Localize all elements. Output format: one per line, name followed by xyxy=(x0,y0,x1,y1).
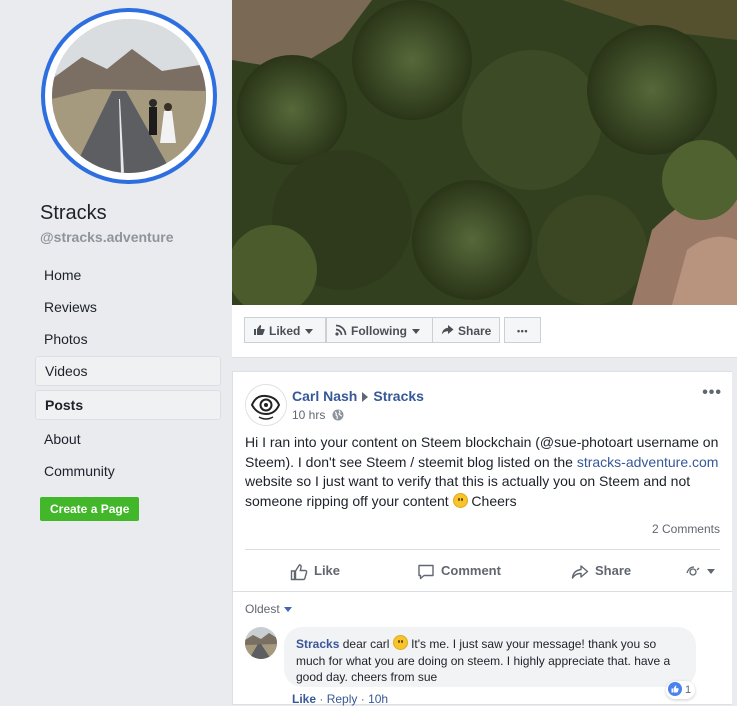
comment-text: dear carl xyxy=(342,637,393,651)
page-action-bar: Liked Following Share ••• xyxy=(232,305,737,358)
share-arrow-icon xyxy=(441,319,454,345)
comment-bubble: Stracks dear carl It's me. I just saw yo… xyxy=(284,627,696,687)
liked-label: Liked xyxy=(269,324,301,338)
post-header: Carl Nash Stracks xyxy=(292,388,424,404)
thumbs-up-icon xyxy=(253,319,265,345)
page-username: @stracks.adventure xyxy=(40,229,174,245)
separator: · xyxy=(360,692,365,706)
sidebar-item-label: About xyxy=(44,431,81,447)
sidebar-nav: Home Reviews Photos Videos Posts About C… xyxy=(35,260,221,488)
page-name[interactable]: Stracks xyxy=(40,202,107,225)
post-time-text: 10 hrs xyxy=(292,408,326,422)
sidebar-item-photos[interactable]: Photos xyxy=(35,324,221,354)
reaction-count-text: 1 xyxy=(685,684,692,696)
caret-right-icon xyxy=(362,392,369,403)
sidebar-item-label: Community xyxy=(44,463,115,479)
sidebar-item-label: Photos xyxy=(44,331,88,347)
chevron-down-icon xyxy=(707,569,715,575)
following-button[interactable]: Following xyxy=(326,317,433,343)
sidebar-item-home[interactable]: Home xyxy=(35,260,221,290)
sidebar-item-reviews[interactable]: Reviews xyxy=(35,292,221,322)
share-page-button[interactable]: Share xyxy=(432,317,500,343)
like-label: Like xyxy=(314,563,341,578)
comment-reaction-count[interactable]: 1 xyxy=(666,681,696,699)
comment-as-icon xyxy=(686,565,700,576)
comment-label: Comment xyxy=(441,563,501,578)
comment-sort-dropdown[interactable]: Oldest xyxy=(245,602,292,616)
post-author-link[interactable]: Carl Nash xyxy=(292,388,357,404)
thumbs-up-outline-icon xyxy=(290,563,308,580)
rss-icon xyxy=(335,319,347,345)
comment-like-link[interactable]: Like xyxy=(292,692,316,706)
comment-reply-link[interactable]: Reply xyxy=(327,692,358,706)
comment-button[interactable]: Comment xyxy=(417,558,501,584)
globe-icon xyxy=(332,409,344,424)
more-options-button[interactable]: ••• xyxy=(504,317,541,343)
sidebar-item-label: Posts xyxy=(45,397,84,413)
page-sidebar: Stracks @stracks.adventure Home Reviews … xyxy=(0,0,232,705)
profile-picture[interactable] xyxy=(41,8,217,184)
reaction-audience-selector[interactable] xyxy=(685,558,715,584)
share-arrow-icon xyxy=(571,564,589,579)
share-label: Share xyxy=(595,563,632,578)
comment-author-link[interactable]: Stracks xyxy=(296,637,339,651)
comment-actions: Like · Reply · 10h xyxy=(292,692,388,706)
avatar[interactable] xyxy=(245,384,287,426)
create-page-button[interactable]: Create a Page xyxy=(40,497,140,521)
chevron-down-icon xyxy=(283,607,292,613)
sidebar-item-videos[interactable]: Videos xyxy=(35,356,221,386)
like-button[interactable]: Like xyxy=(290,558,340,584)
profile-photo xyxy=(52,19,206,173)
smiley-emoji-icon xyxy=(392,635,408,650)
post-options-button[interactable]: ••• xyxy=(702,384,722,402)
chevron-down-icon xyxy=(412,329,420,335)
sidebar-item-label: Videos xyxy=(45,363,88,379)
share-button[interactable]: Share xyxy=(571,558,631,584)
chevron-down-icon xyxy=(305,329,314,335)
following-label: Following xyxy=(351,324,407,338)
post-timestamp[interactable]: 10 hrs xyxy=(292,408,344,424)
comment-sort-label: Oldest xyxy=(245,602,280,616)
comment-count-link[interactable]: 2 Comments xyxy=(652,522,720,536)
sidebar-item-community[interactable]: Community xyxy=(35,456,221,486)
divider xyxy=(245,549,720,550)
divider xyxy=(233,591,732,592)
comment-timestamp[interactable]: 10h xyxy=(368,692,388,706)
liked-button[interactable]: Liked xyxy=(244,317,326,343)
comment-avatar[interactable] xyxy=(245,627,277,659)
post-text: Cheers xyxy=(467,492,517,509)
post-website-link[interactable]: stracks-adventure.com xyxy=(577,454,719,470)
post-body: Hi I ran into your content on Steem bloc… xyxy=(245,433,721,511)
sidebar-item-posts[interactable]: Posts xyxy=(35,390,221,420)
cover-photo[interactable] xyxy=(232,0,737,305)
separator: · xyxy=(319,692,324,706)
comment-bubble-icon xyxy=(418,564,434,579)
sidebar-item-label: Home xyxy=(44,267,82,283)
post-card: Carl Nash Stracks 10 hrs ••• Hi I ran int… xyxy=(232,371,732,706)
post-target-link[interactable]: Stracks xyxy=(373,388,424,404)
sidebar-item-label: Reviews xyxy=(44,299,97,315)
share-label: Share xyxy=(458,324,492,338)
like-reaction-icon xyxy=(668,682,682,696)
sidebar-item-about[interactable]: About xyxy=(35,424,221,454)
smiley-emoji-icon xyxy=(452,492,468,508)
